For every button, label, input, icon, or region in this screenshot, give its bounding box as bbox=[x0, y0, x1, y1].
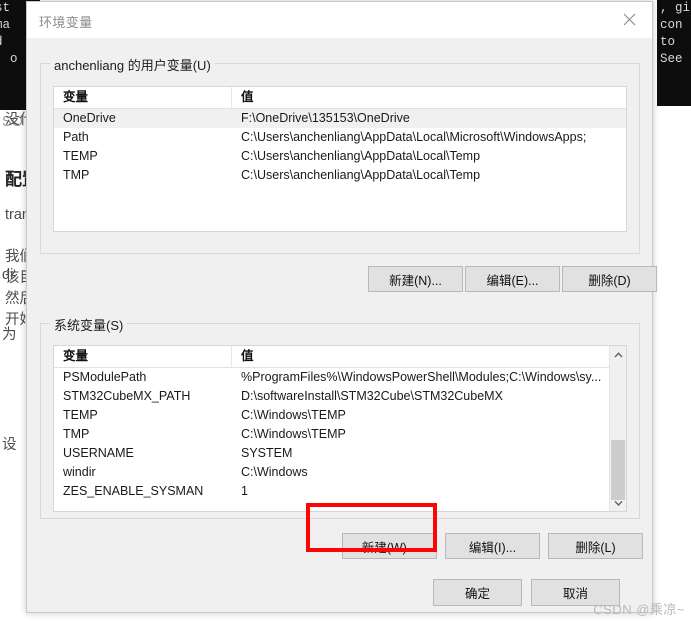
variable-value: 1 bbox=[241, 484, 248, 498]
system-variables-header: 变量 值 bbox=[54, 346, 626, 368]
variable-name: TMP bbox=[63, 427, 90, 441]
variable-value: C:\Users\anchenliang\AppData\Local\Temp bbox=[241, 149, 481, 163]
variable-value: D:\softwareInstall\STM32Cube\STM32CubeMX bbox=[241, 389, 503, 403]
variable-name: TEMP bbox=[63, 408, 98, 422]
background-terminal-right: , gi con to See bbox=[657, 0, 691, 106]
close-icon[interactable] bbox=[606, 2, 652, 36]
variable-value: C:\Windows bbox=[241, 465, 308, 479]
table-row[interactable]: TMP C:\Windows\TEMP bbox=[54, 425, 626, 444]
chevron-up-icon[interactable] bbox=[610, 346, 626, 363]
table-row[interactable]: TEMP C:\Windows\TEMP bbox=[54, 406, 626, 425]
variable-name: STM32CubeMX_PATH bbox=[63, 389, 191, 403]
system-new-button[interactable]: 新建(W)... bbox=[342, 533, 437, 559]
system-edit-button[interactable]: 编辑(I)... bbox=[445, 533, 540, 559]
table-row[interactable]: TMP C:\Users\anchenliang\AppData\Local\T… bbox=[54, 166, 626, 185]
table-row[interactable]: OneDrive F:\OneDrive\135153\OneDrive bbox=[54, 109, 626, 128]
environment-variables-dialog: 环境变量 anchenliang 的用户变量(U) 变量 值 OneDrive … bbox=[26, 1, 657, 613]
system-variables-legend: 系统变量(S) bbox=[50, 315, 128, 334]
dialog-body: anchenliang 的用户变量(U) 变量 值 OneDrive F:\On… bbox=[27, 38, 657, 612]
variable-value: C:\Windows\TEMP bbox=[241, 427, 346, 441]
user-variables-header: 变量 值 bbox=[54, 87, 626, 109]
table-row[interactable]: windir C:\Windows bbox=[54, 463, 626, 482]
variable-name: Path bbox=[63, 130, 89, 144]
ok-button[interactable]: 确定 bbox=[433, 579, 522, 606]
dialog-titlebar: 环境变量 bbox=[27, 2, 652, 38]
dialog-title: 环境变量 bbox=[39, 15, 93, 30]
variable-value: C:\Users\anchenliang\AppData\Local\Micro… bbox=[241, 130, 587, 144]
variable-name: PSModulePath bbox=[63, 370, 147, 384]
user-variables-legend: anchenliang 的用户变量(U) bbox=[50, 55, 215, 74]
variable-value: F:\OneDrive\135153\OneDrive bbox=[241, 111, 410, 125]
system-variables-listview[interactable]: 变量 值 PSModulePath %ProgramFiles%\Windows… bbox=[53, 345, 627, 512]
table-row[interactable]: USERNAME SYSTEM bbox=[54, 444, 626, 463]
table-row[interactable]: PSModulePath %ProgramFiles%\WindowsPower… bbox=[54, 368, 626, 387]
user-edit-button[interactable]: 编辑(E)... bbox=[465, 266, 560, 292]
table-row[interactable]: Path C:\Users\anchenliang\AppData\Local\… bbox=[54, 128, 626, 147]
user-delete-button[interactable]: 删除(D) bbox=[562, 266, 657, 292]
user-col-variable[interactable]: 变量 bbox=[54, 87, 232, 109]
variable-value: C:\Windows\TEMP bbox=[241, 408, 346, 422]
table-row[interactable]: STM32CubeMX_PATH D:\softwareInstall\STM3… bbox=[54, 387, 626, 406]
variable-name: USERNAME bbox=[63, 446, 134, 460]
variable-name: TMP bbox=[63, 168, 90, 182]
variable-name: TEMP bbox=[63, 149, 98, 163]
variable-value: SYSTEM bbox=[241, 446, 293, 460]
watermark: CSDN @乘凉~ bbox=[593, 602, 685, 617]
variable-value: %ProgramFiles%\WindowsPowerShell\Modules… bbox=[241, 370, 602, 384]
user-new-button[interactable]: 新建(N)... bbox=[368, 266, 463, 292]
system-variables-scrollbar[interactable] bbox=[609, 346, 626, 511]
chevron-down-icon[interactable] bbox=[610, 494, 626, 511]
table-row[interactable]: TEMP C:\Users\anchenliang\AppData\Local\… bbox=[54, 147, 626, 166]
variable-name: OneDrive bbox=[63, 111, 116, 125]
variable-name: windir bbox=[63, 465, 96, 479]
system-delete-button[interactable]: 删除(L) bbox=[548, 533, 643, 559]
system-col-variable[interactable]: 变量 bbox=[54, 346, 232, 368]
system-variables-rows: PSModulePath %ProgramFiles%\WindowsPower… bbox=[54, 368, 626, 501]
user-variables-listview[interactable]: 变量 值 OneDrive F:\OneDrive\135153\OneDriv… bbox=[53, 86, 627, 232]
user-col-value[interactable]: 值 bbox=[232, 87, 626, 109]
table-row[interactable]: ZES_ENABLE_SYSMAN 1 bbox=[54, 482, 626, 501]
system-col-value[interactable]: 值 bbox=[232, 346, 626, 368]
variable-name: ZES_ENABLE_SYSMAN bbox=[63, 484, 204, 498]
variable-value: C:\Users\anchenliang\AppData\Local\Temp bbox=[241, 168, 481, 182]
user-variables-rows: OneDrive F:\OneDrive\135153\OneDrive Pat… bbox=[54, 109, 626, 185]
scrollbar-thumb[interactable] bbox=[611, 440, 625, 500]
